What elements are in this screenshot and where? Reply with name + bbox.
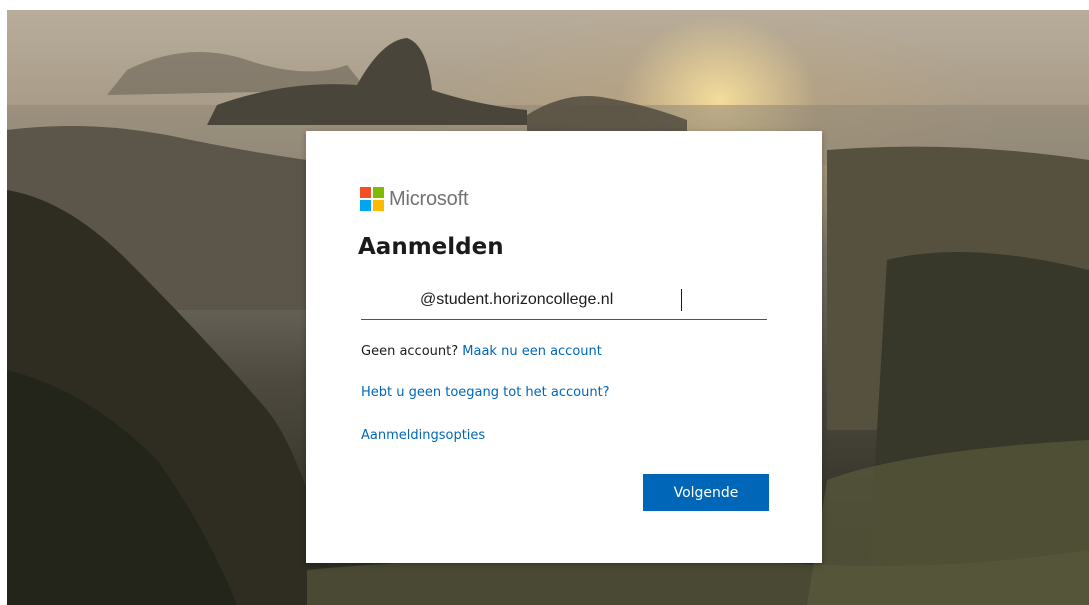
logo-square-red [360, 187, 371, 198]
logo-square-green [373, 187, 384, 198]
page-title: Aanmelden [358, 234, 504, 260]
microsoft-logo: Microsoft [360, 187, 469, 211]
email-input[interactable] [361, 283, 767, 317]
logo-square-blue [360, 200, 371, 211]
microsoft-logo-icon [360, 187, 384, 211]
no-access-link[interactable]: Hebt u geen toegang tot het account? [361, 385, 610, 400]
text-cursor [681, 289, 682, 311]
signin-card: Microsoft Aanmelden Geen account? Maak n… [306, 131, 822, 563]
signin-options-link[interactable]: Aanmeldingsopties [361, 428, 485, 443]
next-button[interactable]: Volgende [643, 474, 769, 511]
logo-square-yellow [373, 200, 384, 211]
create-account-link[interactable]: Maak nu een account [462, 344, 602, 359]
microsoft-wordmark: Microsoft [389, 187, 469, 210]
no-account-row: Geen account? Maak nu een account [361, 344, 602, 359]
email-field-container [361, 283, 767, 320]
no-account-label: Geen account? [361, 344, 459, 359]
